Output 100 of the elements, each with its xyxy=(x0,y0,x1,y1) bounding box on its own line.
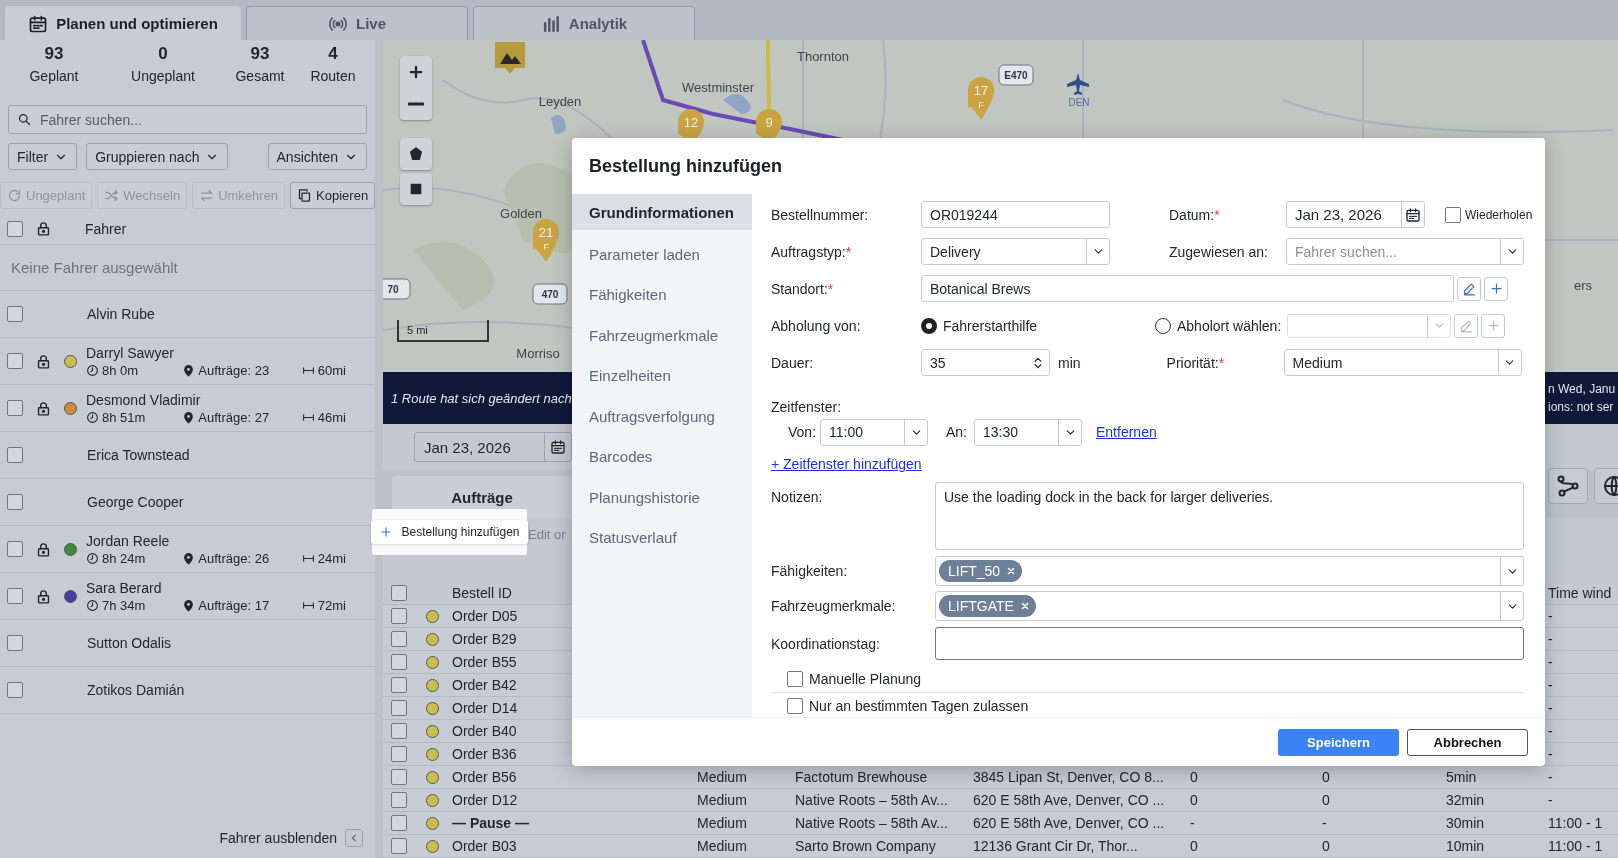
sidebar-item[interactable]: Einzelheiten xyxy=(572,355,752,396)
checkbox[interactable] xyxy=(7,682,23,698)
checkbox[interactable] xyxy=(391,608,407,624)
table-cell: Native Roots – 58th Av... xyxy=(795,792,948,808)
table-cell: 0 xyxy=(1190,792,1198,808)
polygon-tool-button[interactable] xyxy=(400,138,432,170)
number-field[interactable]: 35 xyxy=(921,349,1050,376)
remove-link[interactable]: Entfernen xyxy=(1096,424,1157,440)
edit-button[interactable] xyxy=(1454,313,1479,338)
sidebar-item[interactable]: Fähigkeiten xyxy=(572,274,752,315)
checkbox[interactable] xyxy=(391,654,407,670)
checkbox[interactable] xyxy=(787,698,803,714)
search-icon xyxy=(17,112,32,127)
tab[interactable]: Planen und optimieren xyxy=(5,6,241,40)
hide-drivers-label: Fahrer ausblenden xyxy=(219,830,337,846)
search-field[interactable]: Fahrer suchen... xyxy=(8,105,367,134)
driver-name: George Cooper xyxy=(87,494,184,510)
sidebar-item[interactable]: Statusverlauf xyxy=(572,517,752,558)
order-count: Aufträge: 26 xyxy=(198,550,270,566)
radio-button[interactable] xyxy=(921,317,937,334)
cancel-button[interactable]: Abbrechen xyxy=(1407,728,1528,756)
checkbox[interactable] xyxy=(7,494,23,510)
table-cell: Order D12 xyxy=(452,792,518,808)
action-button[interactable]: Kopieren xyxy=(290,182,376,209)
select-field[interactable]: Delivery xyxy=(921,238,1110,265)
table-cell: 620 E 58th Ave, Denver, CO ... xyxy=(973,792,1165,808)
checkbox[interactable] xyxy=(391,723,407,739)
mountain-marker xyxy=(495,42,525,74)
location-pin-icon xyxy=(182,410,196,424)
order-count: Aufträge: 27 xyxy=(198,409,270,425)
sidebar-item[interactable]: Auftragsverfolgung xyxy=(572,396,752,437)
checkbox[interactable] xyxy=(7,541,23,557)
checkbox[interactable] xyxy=(391,584,407,601)
checkbox[interactable] xyxy=(391,792,407,808)
checkbox[interactable] xyxy=(7,447,23,463)
field-label: Bestellnummer: xyxy=(771,206,870,223)
multi-select-field[interactable]: LIFTGATE xyxy=(935,591,1524,621)
input-field[interactable]: Botanical Brews xyxy=(921,275,1454,302)
checkbox[interactable] xyxy=(391,815,407,831)
highway-shield: 70 xyxy=(383,278,411,300)
stat-value: 0 xyxy=(158,44,168,64)
rectangle-tool-button[interactable] xyxy=(400,173,432,205)
tab[interactable]: Live xyxy=(246,6,468,40)
table-cell: Order B29 xyxy=(452,631,517,647)
select-field[interactable]: 13:30 xyxy=(974,418,1082,446)
dropdown[interactable]: Gruppieren nach xyxy=(86,143,229,170)
checkbox[interactable] xyxy=(1445,206,1461,223)
table-cell: 0 xyxy=(1190,769,1198,785)
checkbox[interactable] xyxy=(391,631,407,647)
input-field[interactable] xyxy=(935,627,1524,660)
edit-button[interactable] xyxy=(1457,276,1481,301)
sidebar-item[interactable]: Planungshistorie xyxy=(572,477,752,518)
field-label: Zugewiesen an: xyxy=(1169,243,1269,260)
tab[interactable]: Analytik xyxy=(473,6,695,40)
notes-field[interactable]: Use the loading dock in the back for larger deliveries. xyxy=(935,482,1524,550)
sidebar-item[interactable]: Grundinformationen xyxy=(572,194,752,230)
checkbox[interactable] xyxy=(391,769,407,785)
date-picker[interactable]: Jan 23, 2026 xyxy=(414,432,572,462)
date-field[interactable]: Jan 23, 2026 xyxy=(1286,201,1425,228)
checkbox[interactable] xyxy=(391,746,407,762)
table-cell: Order B55 xyxy=(452,654,517,670)
checkbox[interactable] xyxy=(7,306,23,322)
checkbox[interactable] xyxy=(391,838,407,854)
table-cell: 11:00 - 1 xyxy=(1548,838,1603,854)
sidebar-item[interactable]: Barcodes xyxy=(572,436,752,477)
checkbox[interactable] xyxy=(787,671,803,687)
route-button[interactable] xyxy=(1548,468,1588,504)
checkbox[interactable] xyxy=(7,220,23,237)
stat-value: 4 xyxy=(328,44,338,64)
sidebar-item[interactable]: Fahrzeugmerkmale xyxy=(572,315,752,356)
search-input[interactable]: Fahrer suchen... xyxy=(38,110,358,129)
select-field[interactable]: Medium xyxy=(1283,349,1522,376)
stat-value: 93 xyxy=(44,44,64,64)
calendar-icon xyxy=(28,13,49,34)
checkbox[interactable] xyxy=(391,677,407,693)
select-field[interactable]: Fahrer suchen... xyxy=(1286,238,1524,265)
tag-chip[interactable]: LIFTGATE xyxy=(939,595,1036,617)
checkbox[interactable] xyxy=(7,400,23,416)
table-cell: — Pause — xyxy=(452,815,530,831)
add-time-window-link[interactable]: + Zeitfenster hinzufügen xyxy=(771,456,922,472)
select-field[interactable]: 11:00 xyxy=(820,418,928,446)
checkbox[interactable] xyxy=(7,588,23,604)
add-button[interactable] xyxy=(1484,276,1508,301)
add-order-button[interactable]: Bestellung hinzufügen xyxy=(371,520,528,544)
driver-name: Zotikos Damián xyxy=(87,682,185,698)
multi-select-field[interactable]: LIFT_50 xyxy=(935,556,1524,586)
tag-chip[interactable]: LIFT_50 xyxy=(939,560,1023,582)
save-button[interactable]: Speichern xyxy=(1278,728,1399,756)
checkbox[interactable] xyxy=(7,353,23,369)
checkbox[interactable] xyxy=(7,635,23,651)
sidebar-item[interactable]: Parameter laden xyxy=(572,234,752,275)
input-field[interactable]: OR019244 xyxy=(921,201,1110,228)
add-button[interactable] xyxy=(1481,313,1506,338)
table-cell: - xyxy=(1548,654,1553,670)
checkbox[interactable] xyxy=(391,700,407,716)
collapse-button[interactable] xyxy=(345,829,363,847)
table-cell: Medium xyxy=(697,769,747,785)
dropdown[interactable]: Filter xyxy=(8,143,78,170)
stat-label: Routen xyxy=(310,68,356,84)
dropdown[interactable]: Ansichten xyxy=(267,143,367,170)
